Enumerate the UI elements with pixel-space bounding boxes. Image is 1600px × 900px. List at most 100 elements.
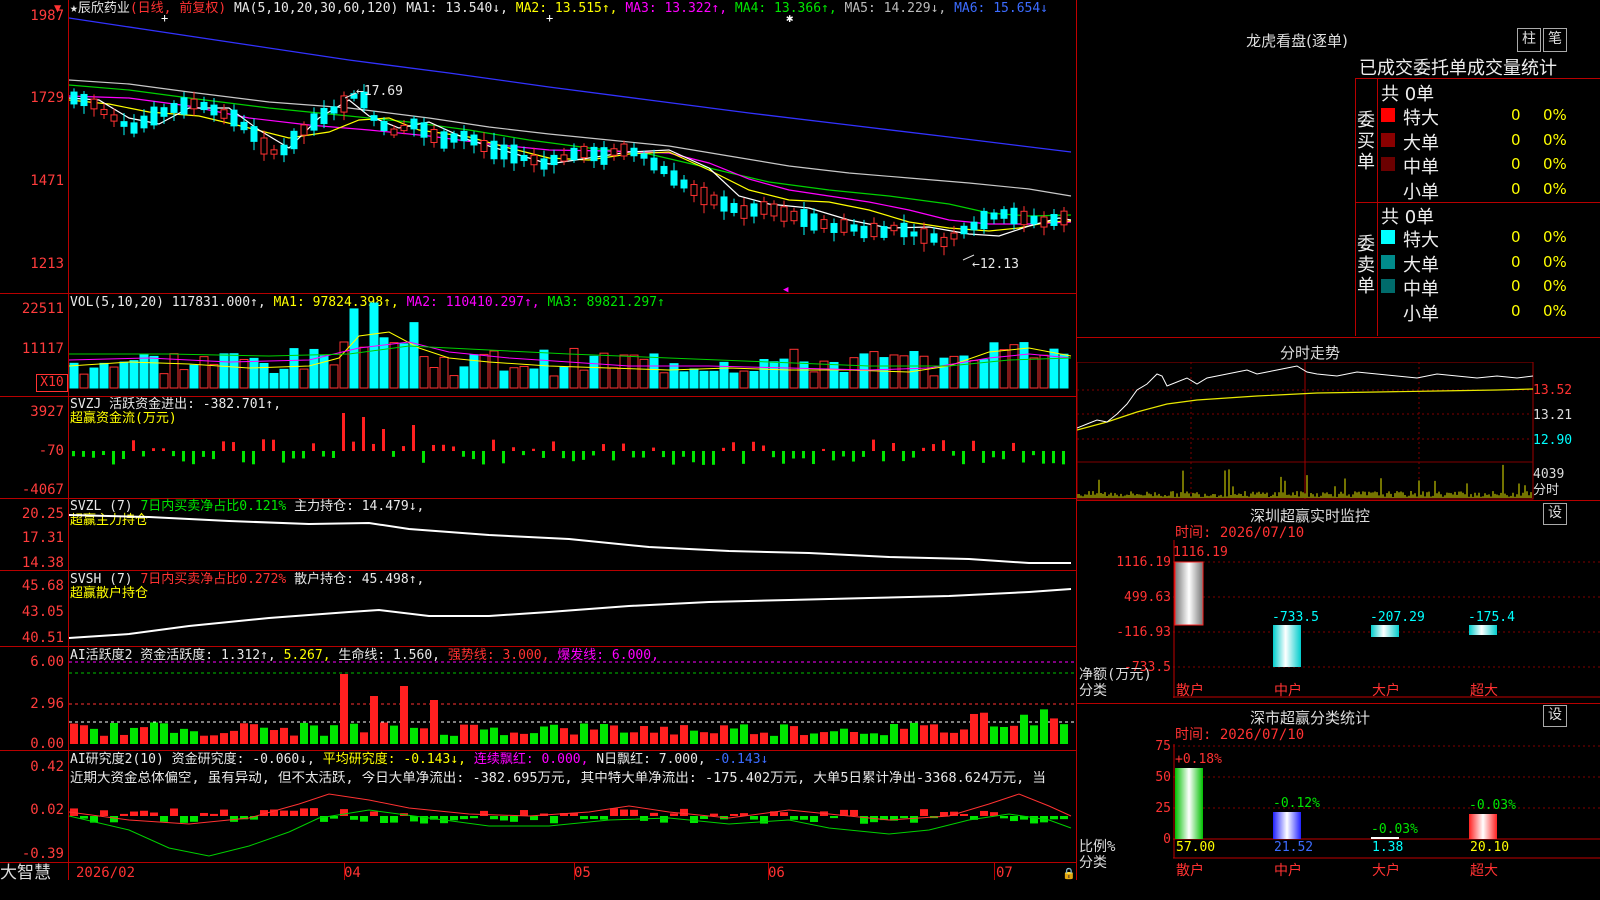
ai1-chart[interactable] [69, 648, 1076, 750]
flow-bar [802, 451, 805, 459]
tick-mode-button[interactable]: 笔 [1543, 28, 1567, 52]
volume-bar [1019, 342, 1029, 389]
divider [1077, 337, 1600, 338]
monitor-y-tick: -116.93 [1116, 625, 1171, 640]
bar-mode-button[interactable]: 柱 [1517, 28, 1541, 52]
activity-bar [720, 725, 728, 744]
candle-body [1060, 210, 1068, 226]
activity-bar [960, 729, 968, 744]
research-bar [590, 816, 598, 820]
volume-bar [969, 360, 979, 389]
research-bar [480, 810, 488, 816]
candle-body [760, 201, 768, 215]
candle-body [740, 205, 748, 219]
chart-area[interactable]: ▼ ★辰欣药业(日线, 前复权) MA(5,10,20,30,60,120) M… [0, 0, 1076, 900]
intraday-chart[interactable] [1077, 362, 1600, 500]
flow-bar [1042, 451, 1045, 464]
flow-bar [982, 451, 985, 463]
candle-body [950, 232, 958, 240]
candle-body [220, 109, 228, 119]
y-tick: 14.38 [21, 555, 64, 571]
intraday-vol-tick: 4039 [1533, 467, 1565, 482]
candle-body [100, 108, 108, 116]
order-percent: 0% [1543, 252, 1567, 271]
candle-body [390, 128, 398, 136]
sell-row: 中单 0 0% [1381, 275, 1600, 300]
volume-bar [329, 364, 339, 389]
flow-bar [102, 451, 105, 456]
research-line-red [69, 793, 1072, 825]
activity-bar [380, 722, 388, 744]
flow-bar [662, 451, 665, 458]
candle-body [380, 121, 388, 131]
flow-bar [482, 451, 485, 465]
volume-bar [119, 361, 129, 389]
candle-body [810, 213, 818, 231]
order-percent: 0% [1543, 155, 1567, 173]
order-percent: 0% [1543, 277, 1567, 295]
flow-bar [452, 446, 455, 451]
order-size-label: 中单 [1403, 279, 1439, 300]
research-bar [280, 810, 288, 816]
candle-body [400, 124, 408, 132]
research-bar [360, 816, 368, 822]
volume-bar [1009, 344, 1019, 389]
candle-body [460, 130, 468, 142]
research-bar [370, 811, 378, 816]
flow-bar [462, 451, 465, 457]
monitor-settings-button[interactable]: 设 [1543, 503, 1567, 525]
activity-bar [370, 696, 378, 744]
activity-bar [830, 731, 838, 744]
classify-bar-mid [1273, 812, 1301, 839]
y-tick: 43.05 [21, 604, 64, 620]
candle-body [790, 210, 798, 222]
activity-bar [550, 724, 558, 744]
activity-bar [450, 735, 458, 744]
candle-body [550, 154, 558, 166]
flow-bar [82, 451, 85, 457]
flow-bar [402, 446, 405, 451]
ai2-chart[interactable] [69, 790, 1076, 862]
research-bar [660, 816, 668, 823]
order-percent: 0% [1543, 228, 1567, 246]
pane-divider [0, 646, 1076, 647]
candle-body [410, 118, 418, 130]
research-bar [200, 812, 208, 816]
buy-total: 共 0单 [1381, 84, 1435, 105]
divider [1355, 78, 1600, 79]
classify-y-tick: 0 [1163, 832, 1171, 847]
candle-body [230, 109, 238, 127]
svzj-chart[interactable] [69, 397, 1076, 498]
classify-settings-button[interactable]: 设 [1543, 705, 1567, 727]
classify-bar-retail [1175, 768, 1203, 839]
research-bar [920, 809, 928, 816]
lock-icon[interactable]: 🔒 [1062, 866, 1076, 881]
order-size-label: 特大 [1403, 108, 1439, 129]
svsh-chart[interactable] [69, 572, 1076, 646]
flow-bar [372, 443, 375, 451]
flow-bar [252, 451, 255, 465]
monitor-bar-value: -175.4 [1468, 610, 1515, 625]
volume-bar [549, 375, 559, 389]
research-bar [520, 810, 528, 816]
volume-bar [749, 370, 759, 389]
candle-body [650, 157, 658, 171]
price-chart[interactable]: + + ✱ ◀ [69, 0, 1076, 293]
activity-bar [910, 722, 918, 744]
candle-body [840, 219, 848, 233]
svzl-chart[interactable] [69, 499, 1076, 570]
candle-body [670, 170, 678, 186]
research-bar [490, 816, 498, 820]
candle-body [920, 228, 928, 244]
candle-body [800, 209, 808, 227]
legend-swatch [1381, 254, 1395, 269]
volume-chart[interactable] [69, 296, 1076, 396]
activity-bar [540, 726, 548, 744]
activity-bar [710, 733, 718, 744]
main-position-line [69, 514, 1071, 564]
y-tick: 45.68 [21, 578, 64, 594]
volume-bar [709, 370, 719, 389]
classify-change: -0.03% [1469, 798, 1516, 813]
volume-bar [499, 370, 509, 389]
monitor-y-tick: 499.63 [1124, 590, 1171, 605]
